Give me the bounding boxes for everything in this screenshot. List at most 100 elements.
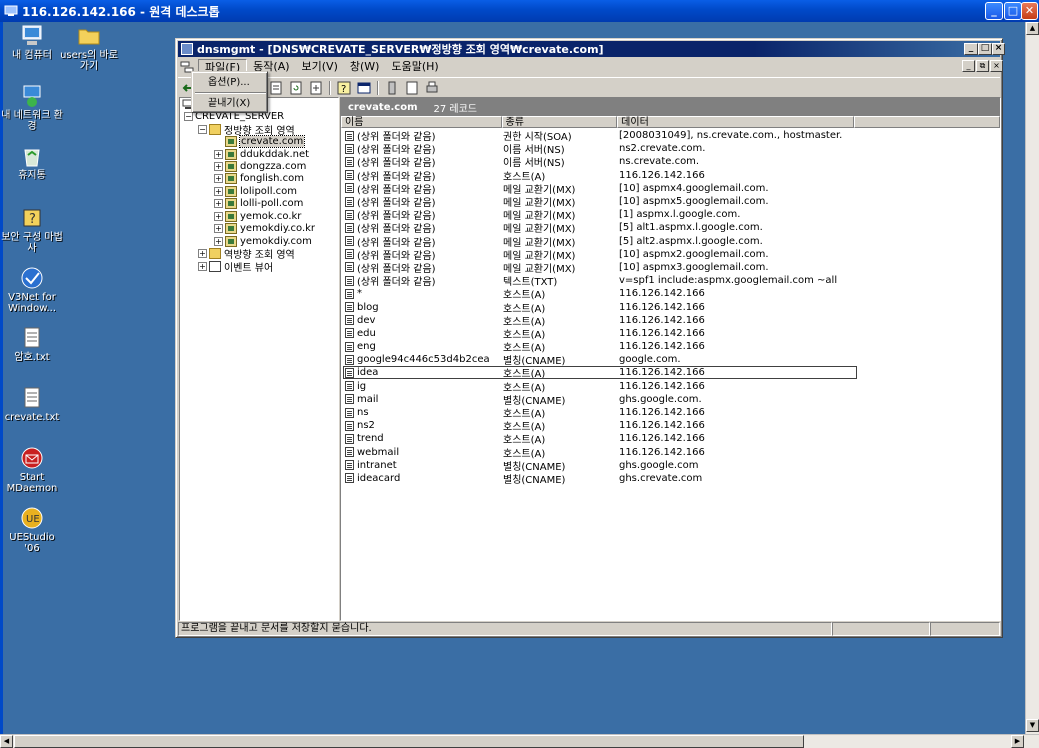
record-row[interactable]: (상위 폴더와 같음) 메일 교환기(MX) [10] aspmx5.googlem…: [341, 195, 1000, 209]
tree-zone-item[interactable]: + lolipoll.com: [214, 185, 297, 197]
tree-event-viewer[interactable]: + 이벤트 뷰어: [198, 260, 273, 274]
desktop-icon-recycle-bin[interactable]: 휴지통: [1, 144, 63, 181]
record-row[interactable]: blog 호스트(A) 116.126.142.166: [341, 300, 1000, 315]
column-header-type[interactable]: 종류: [501, 116, 618, 128]
scroll-thumb[interactable]: [14, 735, 804, 748]
record-row[interactable]: ideacard 별칭(CNAME) ghs.crevate.com: [341, 472, 1000, 486]
record-name-cell: ns2: [341, 420, 499, 431]
list-icon[interactable]: [404, 80, 420, 96]
export-list-icon[interactable]: [308, 80, 324, 96]
tree-zone-item[interactable]: + dongzza.com: [214, 160, 306, 172]
record-row[interactable]: (상위 폴더와 같음) 메일 교환기(MX) [5] alt2.aspmx.l.go…: [341, 235, 1000, 249]
record-row[interactable]: (상위 폴더와 같음) 텍스트(TXT) v=spf1 include:aspmx.…: [341, 274, 1000, 288]
record-data: google.com.: [619, 354, 681, 366]
expand-icon[interactable]: +: [214, 236, 223, 246]
tree-zone-item[interactable]: + yemokdiy.co.kr: [214, 222, 315, 234]
menu-help[interactable]: 도움말(H): [385, 59, 444, 75]
horizontal-scrollbar[interactable]: ◀ ▶: [0, 734, 1039, 748]
expand-icon[interactable]: +: [214, 223, 223, 233]
record-name-cell: *: [341, 288, 499, 299]
desktop-icon-start-mdaemon[interactable]: Start MDaemon: [1, 446, 63, 494]
record-row[interactable]: (상위 폴더와 같음) 메일 교환기(MX) [5] alt1.aspmx.l.go…: [341, 221, 1000, 235]
record-row[interactable]: (상위 폴더와 같음) 메일 교환기(MX) [10] aspmx4.googlem…: [341, 182, 1000, 196]
collapse-icon[interactable]: −: [198, 124, 207, 134]
menu-item-options[interactable]: 옵션(P)...: [195, 75, 266, 90]
record-row[interactable]: (상위 폴더와 같음) 호스트(A) 116.126.142.166: [341, 169, 1000, 183]
record-row[interactable]: (상위 폴더와 같음) 메일 교환기(MX) [10] aspmx3.googlem…: [341, 261, 1000, 275]
print-icon[interactable]: [424, 80, 440, 96]
desktop-icon-crevate-txt[interactable]: crevate.txt: [1, 386, 63, 423]
vertical-scrollbar[interactable]: ▲ ▼: [1025, 22, 1039, 734]
desktop-icon-v3net[interactable]: V3Net for Window...: [1, 266, 63, 314]
expand-icon[interactable]: +: [214, 211, 223, 221]
folder-shortcut-icon: [77, 24, 101, 48]
record-row[interactable]: eng 호스트(A) 116.126.142.166: [341, 340, 1000, 354]
menu-view[interactable]: 보기(V): [296, 59, 344, 75]
record-row[interactable]: trend 호스트(A) 116.126.142.166: [341, 432, 1000, 446]
record-row[interactable]: mail 별칭(CNAME) ghs.google.com.: [341, 393, 1000, 407]
tree-zone-item[interactable]: + ddukddak.net: [214, 148, 309, 160]
expand-icon[interactable]: +: [214, 149, 223, 159]
record-list-pane: crevate.com 27 레코드 이름 종류 데이터 (상위 폴더와 같음)…: [340, 97, 1001, 621]
desktop-icon-users-shortcut[interactable]: users의 바로 가기: [59, 24, 119, 72]
record-row[interactable]: webmail 호스트(A) 116.126.142.166: [341, 446, 1000, 460]
tree-forward-zones[interactable]: − 정방향 조회 영역: [198, 123, 295, 137]
mmc-minimize-button[interactable]: _: [964, 43, 978, 55]
record-row[interactable]: (상위 폴더와 같음) 메일 교환기(MX) [10] aspmx2.googlem…: [341, 248, 1000, 262]
column-header-name[interactable]: 이름: [341, 116, 502, 128]
maximize-button[interactable]: □: [1004, 2, 1022, 20]
close-button[interactable]: ✕: [1021, 2, 1038, 20]
properties-icon[interactable]: [268, 80, 284, 96]
server-icon[interactable]: [384, 80, 400, 96]
tree-reverse-zones[interactable]: + 역방향 조회 영역: [198, 247, 295, 261]
tree-zone-item[interactable]: + lolli-poll.com: [214, 197, 303, 209]
record-row[interactable]: (상위 폴더와 같음) 이름 서버(NS) ns.crevate.com.: [341, 155, 1000, 169]
record-row[interactable]: * 호스트(A) 116.126.142.166: [341, 287, 1000, 301]
action-pane-icon[interactable]: [356, 80, 372, 96]
expand-icon[interactable]: +: [198, 248, 207, 258]
mdi-close-button[interactable]: ×: [990, 60, 1003, 72]
column-header-data[interactable]: 데이터: [617, 116, 855, 128]
mmc-maximize-button[interactable]: □: [978, 43, 992, 55]
mdi-restore-button[interactable]: ⧉: [976, 60, 989, 72]
expand-icon[interactable]: +: [214, 161, 223, 171]
desktop-icon-network-places[interactable]: 내 네트워크 환경: [1, 84, 63, 132]
record-row[interactable]: intranet 별칭(CNAME) ghs.google.com: [341, 459, 1000, 473]
expand-icon[interactable]: +: [214, 173, 223, 183]
record-row[interactable]: google94c446c53d4b2cea 별칭(CNAME) google.co…: [341, 353, 1000, 367]
expand-icon[interactable]: +: [214, 198, 223, 208]
record-icon: [345, 328, 354, 339]
record-row[interactable]: idea 호스트(A) 116.126.142.166: [341, 366, 1000, 380]
recycle-bin-icon: [20, 144, 44, 168]
record-row[interactable]: dev 호스트(A) 116.126.142.166: [341, 314, 1000, 328]
help-icon[interactable]: ?: [336, 80, 352, 96]
desktop-icon-uestudio[interactable]: UE UEStudio '06: [1, 506, 63, 554]
minimize-button[interactable]: _: [985, 2, 1003, 20]
column-header-empty[interactable]: [854, 116, 1000, 128]
tree-zone-item[interactable]: + yemok.co.kr: [214, 210, 301, 222]
scroll-left-icon[interactable]: ◀: [0, 735, 13, 748]
record-row[interactable]: ig 호스트(A) 116.126.142.166: [341, 380, 1000, 394]
desktop-icon-security-wizard[interactable]: ? 보안 구성 마법사: [1, 206, 63, 254]
record-row[interactable]: (상위 폴더와 같음) 이름 서버(NS) ns2.crevate.com.: [341, 142, 1000, 156]
record-row[interactable]: (상위 폴더와 같음) 메일 교환기(MX) [1] aspmx.l.google.…: [341, 208, 1000, 222]
menu-item-exit[interactable]: 끝내기(X): [195, 96, 266, 111]
refresh-icon[interactable]: [288, 80, 304, 96]
scroll-up-icon[interactable]: ▲: [1026, 22, 1039, 35]
record-row[interactable]: ns2 호스트(A) 116.126.142.166: [341, 419, 1000, 433]
tree-zone-crevate[interactable]: crevate.com: [225, 134, 306, 148]
expand-icon[interactable]: +: [198, 261, 207, 271]
scroll-right-icon[interactable]: ▶: [1011, 735, 1024, 748]
mdi-minimize-button[interactable]: _: [962, 60, 975, 72]
record-data: 116.126.142.166: [619, 407, 705, 419]
mmc-close-button[interactable]: ×: [992, 43, 1005, 55]
desktop-icon-my-computer[interactable]: 내 컴퓨터: [1, 24, 63, 61]
record-row[interactable]: ns 호스트(A) 116.126.142.166: [341, 406, 1000, 420]
scroll-down-icon[interactable]: ▼: [1026, 719, 1039, 732]
menu-window[interactable]: 창(W): [344, 59, 386, 75]
expand-icon[interactable]: +: [214, 186, 223, 196]
record-row[interactable]: edu 호스트(A) 116.126.142.166: [341, 327, 1000, 341]
desktop-icon-password-txt[interactable]: 암호.txt: [1, 326, 63, 363]
tree-zone-item[interactable]: + fonglish.com: [214, 172, 304, 184]
record-row[interactable]: (상위 폴더와 같음) 권한 시작(SOA) [2008031049], ns.cr…: [341, 129, 1000, 143]
